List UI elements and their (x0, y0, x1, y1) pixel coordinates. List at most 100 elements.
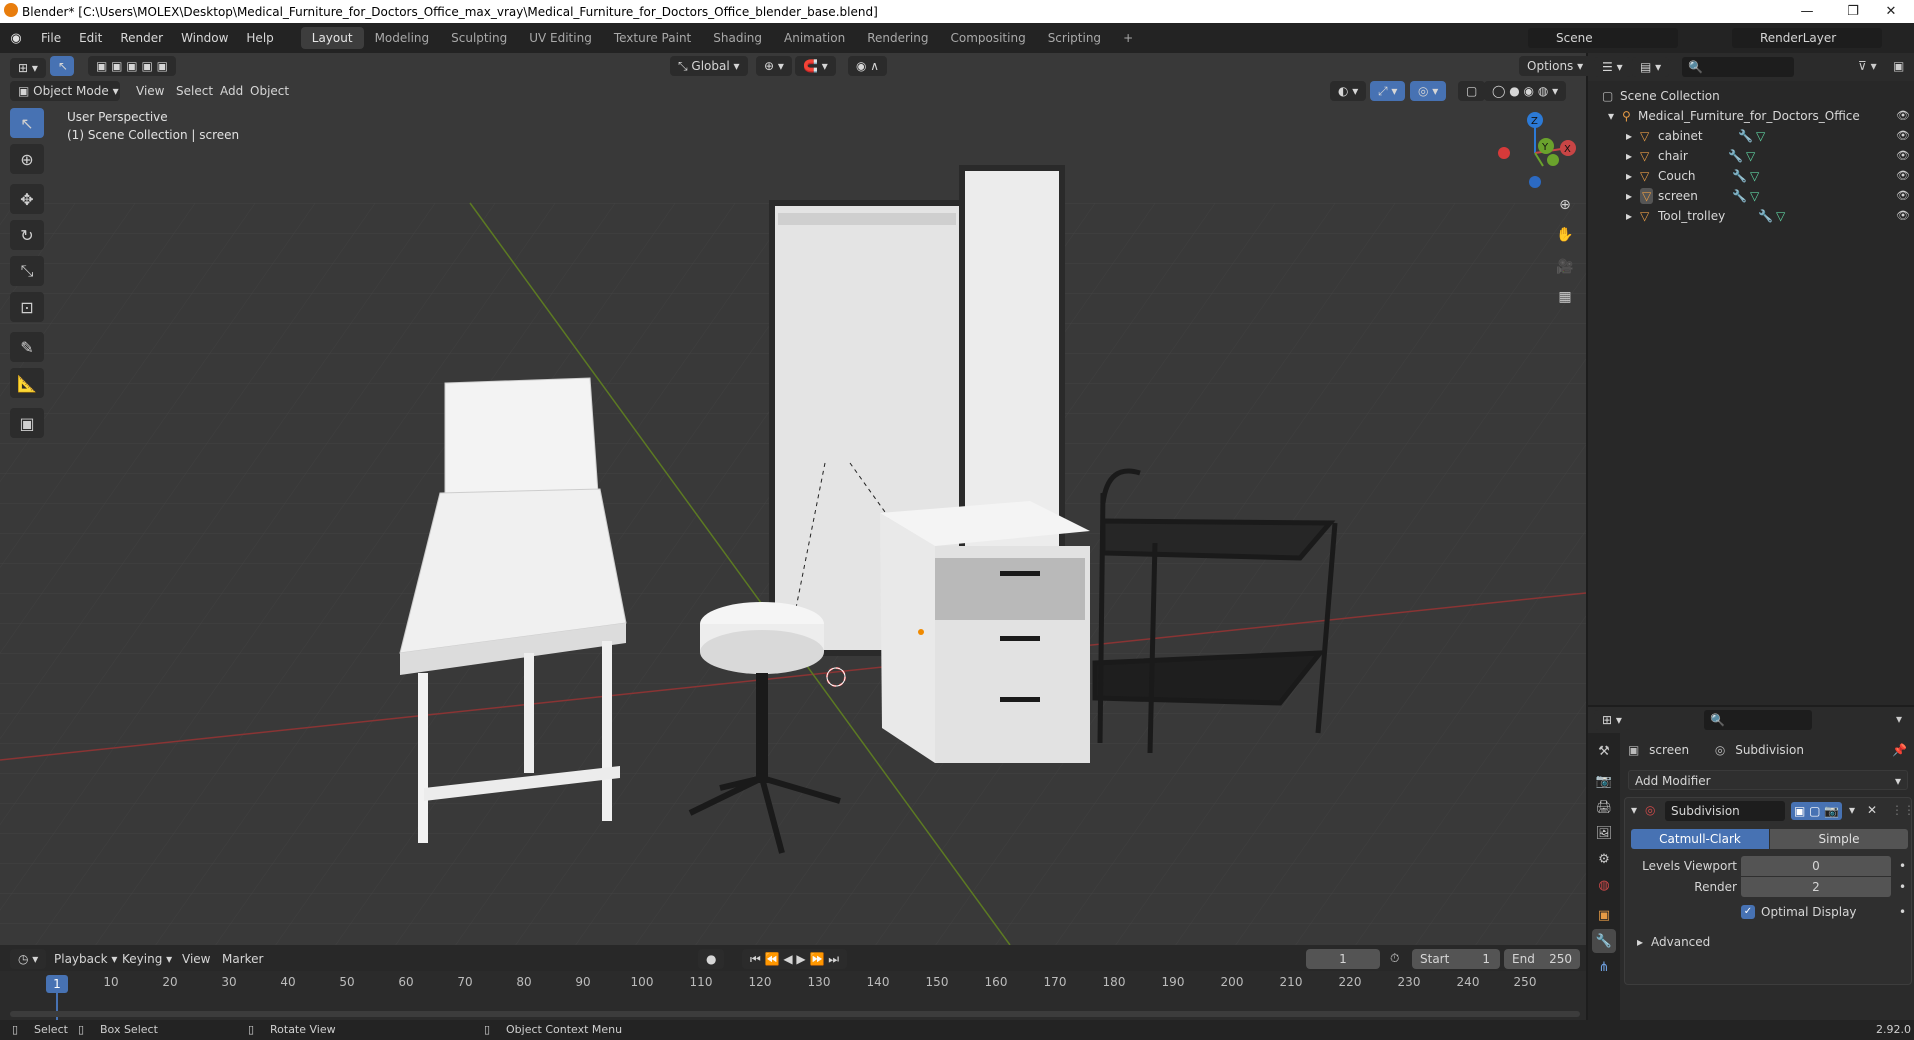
keying-menu[interactable]: Keying ▾ (114, 949, 180, 969)
tab-compositing[interactable]: Compositing (939, 27, 1036, 49)
simple-button[interactable]: Simple (1770, 829, 1908, 849)
outliner-scene-collection[interactable]: ▢ Scene Collection (1588, 86, 1914, 106)
move-tool-icon[interactable]: ✥ (10, 184, 44, 214)
add-workspace-button[interactable]: + (1112, 27, 1144, 49)
scene-name[interactable]: Scene (1528, 28, 1678, 48)
menu-help[interactable]: Help (237, 27, 282, 49)
add-modifier-dropdown[interactable]: Add Modifier ▾ (1628, 770, 1908, 790)
transform-tool-icon[interactable]: ⊡ (10, 292, 44, 322)
navigation-gizmo[interactable]: Z X Y (1490, 108, 1580, 198)
chevron-down-icon[interactable]: ▾ (1896, 712, 1902, 726)
playhead[interactable]: 1 (46, 975, 68, 993)
ortho-grid-icon[interactable]: ▦ (1552, 284, 1578, 310)
properties-editor-type[interactable]: ⊞ ▾ (1594, 710, 1630, 730)
menu-object[interactable]: Object (242, 81, 297, 101)
editor-type-button[interactable]: ⊞ ▾ (10, 58, 46, 78)
outliner-item-tool-trolley[interactable]: ▸ ▽ Tool_trolley 🔧 ▽ 👁 (1588, 206, 1914, 226)
eye-icon[interactable]: 👁 (1896, 106, 1910, 126)
object-mode-dropdown[interactable]: ▣ Object Mode ▾ (10, 81, 120, 101)
scene-tab-icon[interactable]: ⚙ (1592, 847, 1616, 871)
scale-tool-icon[interactable]: ⤡ (10, 256, 44, 286)
tab-shading[interactable]: Shading (702, 27, 773, 49)
timeline-editor-type[interactable]: ◷ ▾ (10, 949, 47, 969)
menu-render[interactable]: Render (111, 27, 172, 49)
new-collection-icon[interactable]: ▣ (1893, 59, 1904, 73)
eye-icon[interactable]: 👁 (1896, 206, 1910, 226)
blender-menu-icon[interactable]: ◉ (0, 31, 32, 46)
outliner-item-chair[interactable]: ▸ ▽ chair 🔧 ▽ 👁 (1588, 146, 1914, 166)
eye-icon[interactable]: 👁 (1896, 126, 1910, 146)
start-frame-field[interactable]: Start 1 (1412, 949, 1500, 969)
levels-viewport-field[interactable]: 0 (1741, 856, 1891, 876)
render-levels-field[interactable]: 2 (1741, 877, 1891, 897)
record-button[interactable]: ● (698, 949, 725, 969)
tab-uv-editing[interactable]: UV Editing (518, 27, 603, 49)
zoom-icon[interactable]: ⊕ (1552, 192, 1578, 218)
menu-edit[interactable]: Edit (70, 27, 111, 49)
marker-menu[interactable]: Marker (214, 949, 271, 969)
collapse-arrow-icon[interactable]: ▾ (1631, 803, 1637, 817)
filter-icon[interactable]: ⊽ ▾ (1858, 59, 1877, 73)
add-cube-tool-icon[interactable]: ▣ (10, 408, 44, 438)
proportional-edit-toggle[interactable]: ◉ ∧ (848, 56, 888, 76)
object-tab-icon[interactable]: ▣ (1592, 903, 1616, 927)
chevron-down-icon[interactable]: ▾ (1849, 803, 1855, 817)
scene-selector[interactable]: Scene (1528, 28, 1678, 48)
current-frame-field[interactable]: 1 (1306, 949, 1380, 969)
advanced-expand-icon[interactable]: ▸ (1637, 932, 1643, 952)
keyframe-dot-icon[interactable]: • (1899, 856, 1906, 876)
visibility-toggle[interactable]: ◐ ▾ (1330, 81, 1367, 101)
snap-toggle[interactable]: 🧲 ▾ (795, 56, 836, 76)
outliner-search-input[interactable]: 🔍 (1682, 57, 1794, 77)
renderlayer-selector[interactable]: RenderLayer (1732, 28, 1882, 48)
tab-animation[interactable]: Animation (773, 27, 856, 49)
pin-icon[interactable]: 📌 (1892, 740, 1907, 760)
properties-search-input[interactable]: 🔍 (1704, 710, 1812, 730)
outliner-item-screen[interactable]: ▸ ▽ screen 🔧 ▽ 👁 (1588, 186, 1914, 206)
expand-arrow-icon[interactable]: ▸ (1626, 206, 1632, 226)
outliner-editor-type[interactable]: ☰ ▾ (1594, 57, 1631, 77)
menu-file[interactable]: File (32, 27, 70, 49)
minimize-button[interactable]: — (1784, 0, 1830, 23)
rotate-tool-icon[interactable]: ↻ (10, 220, 44, 250)
tab-modeling[interactable]: Modeling (364, 27, 441, 49)
menu-view[interactable]: View (128, 81, 172, 101)
close-button[interactable]: ✕ (1868, 0, 1914, 23)
render-layer-name[interactable]: RenderLayer (1732, 28, 1882, 48)
world-tab-icon[interactable]: ◍ (1592, 873, 1616, 897)
keyframe-dot-icon[interactable]: • (1899, 877, 1906, 897)
outliner-collection-row[interactable]: ▾ ⚲ Medical_Furniture_for_Doctors_Office… (1588, 106, 1914, 126)
select-mode-icon[interactable]: ↖ (50, 56, 74, 76)
menu-window[interactable]: Window (172, 27, 237, 49)
eye-icon[interactable]: 👁 (1896, 186, 1910, 206)
expand-arrow-icon[interactable]: ▸ (1626, 186, 1632, 206)
annotate-tool-icon[interactable]: ✎ (10, 332, 44, 362)
keyframe-dot-icon[interactable]: • (1899, 902, 1906, 922)
expand-arrow-icon[interactable]: ▸ (1626, 126, 1632, 146)
expand-arrow-icon[interactable]: ▾ (1608, 106, 1614, 126)
timeline-ruler[interactable]: 1 (0, 971, 1586, 1020)
measure-tool-icon[interactable]: 📐 (10, 368, 44, 398)
expand-arrow-icon[interactable]: ▸ (1626, 146, 1632, 166)
expand-arrow-icon[interactable]: ▸ (1626, 166, 1632, 186)
pan-hand-icon[interactable]: ✋ (1552, 222, 1578, 248)
preview-range-icon[interactable]: ⏱ (1390, 951, 1399, 966)
camera-view-icon[interactable]: 🎥 (1552, 254, 1578, 280)
eye-icon[interactable]: 👁 (1896, 166, 1910, 186)
transform-orientation[interactable]: ⤡ Global ▾ (670, 56, 748, 76)
tab-scripting[interactable]: Scripting (1037, 27, 1112, 49)
shading-modes[interactable]: ◯ ● ◉ ◍ ▾ (1484, 81, 1567, 101)
modifier-display-toggles[interactable]: ▣ ▢ 📷 (1791, 802, 1843, 820)
tab-rendering[interactable]: Rendering (856, 27, 939, 49)
render-tab-icon[interactable]: 📷 (1592, 769, 1616, 793)
view-layer-tab-icon[interactable]: 🖼 (1592, 821, 1616, 845)
tab-sculpting[interactable]: Sculpting (440, 27, 518, 49)
advanced-subpanel-label[interactable]: Advanced (1651, 932, 1710, 952)
select-tool-icon[interactable]: ↖ (10, 108, 44, 138)
drag-handle-icon[interactable]: ⋮⋮ (1891, 803, 1914, 817)
tool-tab-icon[interactable]: ⚒ (1592, 739, 1616, 763)
eye-icon[interactable]: 👁 (1896, 146, 1910, 166)
catmull-clark-button[interactable]: Catmull-Clark (1631, 829, 1769, 849)
close-icon[interactable]: ✕ (1867, 803, 1877, 817)
timeline-scrollbar[interactable] (10, 1011, 1580, 1017)
